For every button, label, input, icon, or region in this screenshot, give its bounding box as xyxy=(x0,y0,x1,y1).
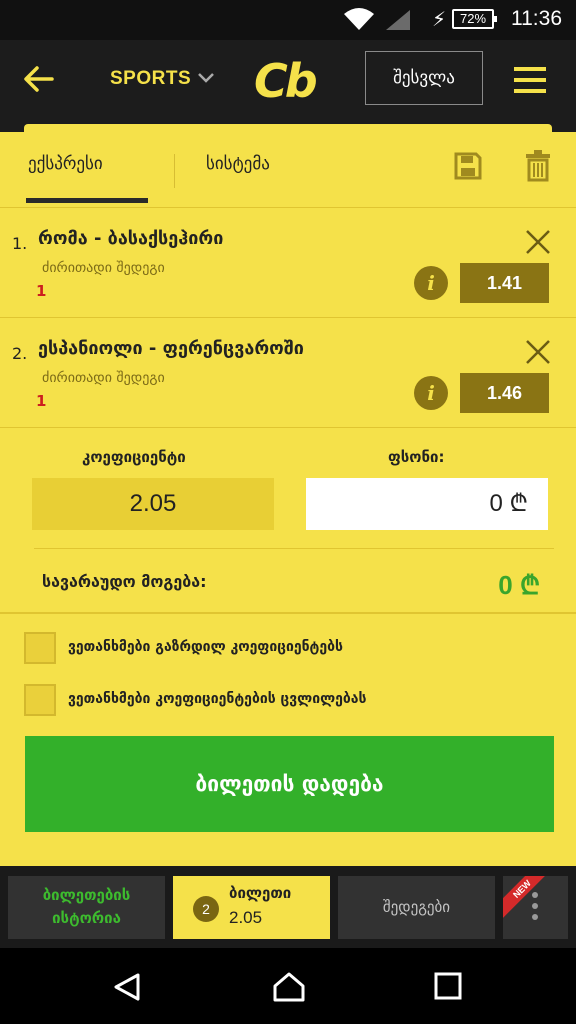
potential-win-value: 0 ₾ xyxy=(498,570,540,600)
back-arrow-icon[interactable] xyxy=(22,64,54,94)
divider xyxy=(0,612,576,614)
bet-title: ესპანიოლი - ფერენცვაროში xyxy=(38,338,304,359)
bet-market: ძირითადი შედეგი xyxy=(42,260,165,276)
more-button[interactable]: NEW xyxy=(503,876,568,939)
info-icon[interactable]: i xyxy=(414,376,448,410)
bet-pick: 1 xyxy=(36,392,47,410)
close-icon[interactable] xyxy=(524,338,552,366)
bet-item: 2. ესპანიოლი - ფერენცვაროში ძირითადი შედ… xyxy=(0,318,576,428)
tab-express[interactable]: ექსპრესი xyxy=(26,154,148,203)
bet-item: 1. რომა - ბასაქსეჰირი ძირითადი შედეგი 1 … xyxy=(0,208,576,318)
battery-level: 72% xyxy=(459,11,487,26)
close-icon[interactable] xyxy=(524,228,552,256)
nav-home-icon[interactable] xyxy=(272,972,306,1002)
logo[interactable]: Cb xyxy=(254,54,318,108)
more-icon xyxy=(532,892,538,925)
history-line2: ისტორია xyxy=(52,909,121,927)
results-button[interactable]: შედეგები xyxy=(338,876,495,939)
ticket-button[interactable]: 2 ბილეთი 2.05 xyxy=(173,876,330,939)
coefficient-value: 2.05 xyxy=(32,478,274,530)
tab-divider xyxy=(174,154,175,188)
history-line1: ბილეთების xyxy=(42,886,131,904)
save-icon[interactable] xyxy=(454,152,482,180)
bet-title: რომა - ბასაქსეჰირი xyxy=(38,228,224,249)
clock: 11:36 xyxy=(511,7,562,30)
trash-icon[interactable] xyxy=(526,150,550,182)
menu-icon[interactable] xyxy=(514,67,546,93)
chevron-down-icon[interactable] xyxy=(196,70,216,84)
bet-index: 2. xyxy=(12,344,28,363)
stake-input[interactable]: 0 ₾ xyxy=(306,478,548,530)
charging-icon: ⚡ xyxy=(432,7,447,31)
agree-increased-label: ვეთანხმები გაზრდილ კოეფიციენტებს xyxy=(68,639,343,655)
ticket-history-button[interactable]: ბილეთების ისტორია xyxy=(8,876,165,939)
place-bet-button[interactable]: ბილეთის დადება xyxy=(25,736,554,832)
potential-win-label: სავარაუდო მოგება: xyxy=(42,572,207,591)
ticket-label: ბილეთი xyxy=(229,884,292,902)
divider xyxy=(34,548,554,549)
system-nav-bar xyxy=(0,948,576,1024)
info-icon[interactable]: i xyxy=(414,266,448,300)
coefficient-label: კოეფიციენტი xyxy=(82,448,186,466)
status-bar: ⚡ 72% 11:36 xyxy=(0,0,576,40)
agree-changes-label: ვეთანხმები კოეფიციენტების ცვლილებას xyxy=(68,691,367,707)
bet-index: 1. xyxy=(12,234,28,253)
wifi-icon xyxy=(344,8,374,30)
stake-label: ფსონი: xyxy=(388,448,445,466)
login-button[interactable]: შესვლა xyxy=(365,51,483,105)
bet-market: ძირითადი შედეგი xyxy=(42,370,165,386)
bottom-nav: ბილეთების ისტორია 2 ბილეთი 2.05 შედეგები… xyxy=(0,866,576,948)
betslip-tabs: ექსპრესი სისტემა xyxy=(0,132,576,208)
tab-system[interactable]: სისტემა xyxy=(206,154,270,174)
header-shelf xyxy=(0,122,576,132)
nav-recents-icon[interactable] xyxy=(434,972,462,1000)
new-badge: NEW xyxy=(503,876,552,919)
bet-pick: 1 xyxy=(36,282,47,300)
agree-changes-checkbox[interactable] xyxy=(24,684,56,716)
ticket-value: 2.05 xyxy=(229,908,263,927)
nav-back-icon[interactable] xyxy=(112,972,142,1002)
signal-icon xyxy=(386,10,410,30)
sports-dropdown[interactable]: SPORTS xyxy=(110,68,191,90)
battery-icon: 72% xyxy=(452,9,497,29)
bet-odd: 1.46 xyxy=(460,373,549,413)
app-header: SPORTS Cb შესვლა xyxy=(0,40,576,122)
bet-odd: 1.41 xyxy=(460,263,549,303)
ticket-count-badge: 2 xyxy=(193,896,219,922)
agree-increased-checkbox[interactable] xyxy=(24,632,56,664)
